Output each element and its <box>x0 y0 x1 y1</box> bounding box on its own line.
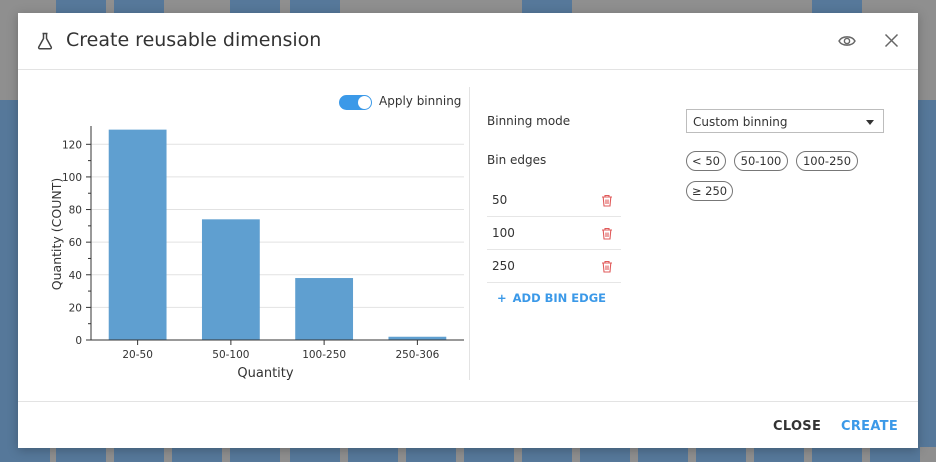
background-tile <box>230 447 280 462</box>
modal-title: Create reusable dimension <box>66 29 322 51</box>
bar <box>201 219 260 340</box>
apply-binning-label: Apply binning <box>379 94 462 108</box>
y-axis-label: Quantity (COUNT) <box>49 178 64 290</box>
plus-icon: + <box>497 291 507 305</box>
bar <box>295 278 354 340</box>
bin-chip: 100-250 <box>796 151 858 171</box>
background-tile <box>870 447 920 462</box>
bin-edge-value[interactable]: 50 <box>492 193 507 207</box>
binning-mode-label: Binning mode <box>487 114 571 128</box>
background-tile <box>580 447 630 462</box>
background-tile <box>0 100 18 447</box>
close-icon[interactable] <box>884 33 899 52</box>
x-axis-label: Quantity <box>237 366 293 381</box>
modal-header: Create reusable dimension <box>18 13 918 70</box>
background-tile <box>114 0 164 13</box>
bin-edge-value[interactable]: 250 <box>492 259 515 273</box>
create-button[interactable]: CREATE <box>841 419 898 434</box>
panel-divider <box>469 87 470 380</box>
bin-chip: ≥ 250 <box>686 181 733 201</box>
close-button[interactable]: CLOSE <box>773 419 821 434</box>
background-tile <box>464 447 514 462</box>
background-tile <box>522 0 572 13</box>
y-tick-label: 120 <box>62 139 82 151</box>
x-tick-label: 20-50 <box>122 349 153 361</box>
flask-icon <box>37 32 53 54</box>
y-tick-label: 40 <box>69 270 82 282</box>
binning-chart: 0 20 40 60 80 100 120 20-50 50-100 100-250 250-306… <box>49 126 464 381</box>
background-tile <box>754 447 804 462</box>
bar <box>108 129 167 340</box>
trash-icon[interactable] <box>601 192 613 211</box>
background-tile <box>522 447 572 462</box>
x-tick-label: 50-100 <box>212 349 249 361</box>
background-tile <box>290 0 340 13</box>
background-tile <box>812 447 862 462</box>
bin-edge-row: 100 <box>487 217 621 250</box>
toggle-knob <box>358 96 371 109</box>
bin-edges-label: Bin edges <box>487 153 547 167</box>
bin-edge-row: 50 <box>487 184 621 217</box>
background-tile <box>114 447 164 462</box>
y-tick-label: 60 <box>69 237 82 249</box>
create-dimension-modal: Create reusable dimension Apply binning … <box>18 13 918 448</box>
background-tile <box>56 447 106 462</box>
binning-mode-select[interactable]: Custom binning <box>686 109 884 133</box>
binning-mode-value: Custom binning <box>693 115 788 129</box>
background-tile <box>918 100 936 447</box>
y-tick-label: 20 <box>69 302 82 314</box>
background-tile <box>56 0 106 13</box>
modal-footer: CLOSE CREATE <box>18 401 918 449</box>
background-tile <box>172 447 222 462</box>
bin-chip: 50-100 <box>734 151 788 171</box>
bin-edge-row: 250 <box>487 250 621 283</box>
background-tile <box>696 447 746 462</box>
y-tick-label: 80 <box>69 205 82 217</box>
background-tile <box>290 447 340 462</box>
apply-binning-toggle[interactable] <box>339 95 372 110</box>
trash-icon[interactable] <box>601 225 613 244</box>
background-tile <box>406 447 456 462</box>
caret-down-icon <box>866 120 874 125</box>
add-bin-edge-button[interactable]: + ADD BIN EDGE <box>497 291 606 305</box>
bin-chip: < 50 <box>686 151 726 171</box>
background-tile <box>638 447 688 462</box>
x-tick-label: 250-306 <box>395 349 439 361</box>
x-tick-label: 100-250 <box>302 349 346 361</box>
background-tile <box>348 447 398 462</box>
add-bin-edge-label: ADD BIN EDGE <box>512 291 607 305</box>
background-tile <box>230 0 280 13</box>
y-tick-label: 0 <box>75 335 82 347</box>
bin-edge-value[interactable]: 100 <box>492 226 515 240</box>
trash-icon[interactable] <box>601 258 613 277</box>
background-tile <box>812 0 862 13</box>
eye-icon[interactable] <box>838 33 856 52</box>
y-tick-label: 100 <box>62 172 82 184</box>
background-tile <box>0 447 50 462</box>
